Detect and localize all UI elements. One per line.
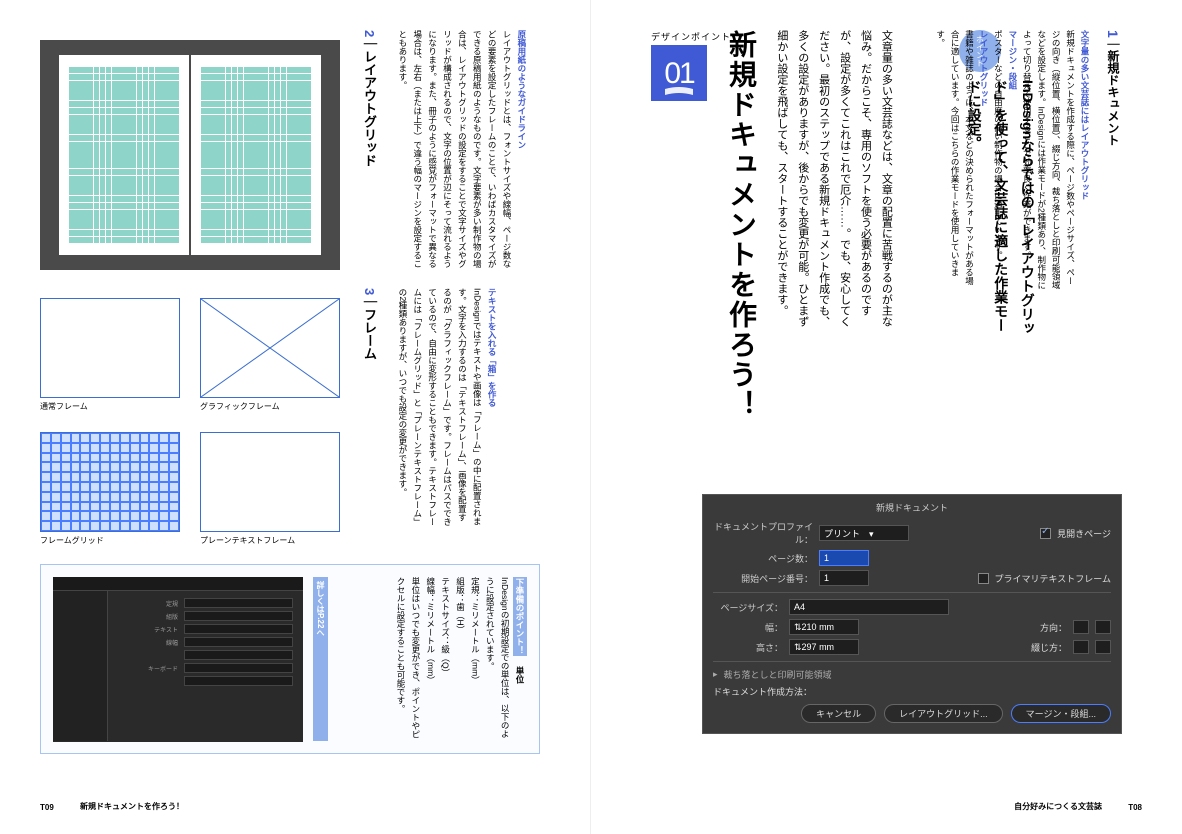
callout-link-tag: 詳しくはP.22へ [313,577,328,741]
creation-method-label: ドキュメント作成方法： [713,685,812,698]
section-2-text: レイアウトグリッドとは、フォントサイズや線幅、ページ数などの要素を設定したフレー… [398,30,512,268]
manuscript-page-right [191,55,321,255]
callout-row1: 組版：歯（H） [456,577,466,634]
layout-grid-button[interactable]: レイアウトグリッド... [884,704,1003,723]
section-1-number: 1 [1105,30,1121,38]
callout-p1: InDesignの初期設定での単位は、以下のように設定されています。 [485,577,510,738]
intro-text: 文章量の多い文芸誌などは、文章の配置に苦戦するのが主な悩み。だからこそ、専用のソ… [771,30,896,330]
section-2-number: 2 [362,30,377,37]
page-size-dropdown[interactable]: A4 [789,599,949,615]
sec1-hd3: レイアウトグリッド [979,30,989,107]
preferences-screenshot: 定規 組版 テキスト 線幅 キーボード [53,577,303,742]
binding-label: 綴じ方： [1031,641,1067,654]
frame-graphic: グラフィックフレーム [200,298,340,412]
units-callout: 定規 組版 テキスト 線幅 キーボード 詳しくはP.22へ 下準備のポイント！ … [40,564,540,754]
sec1-p1: 新規ドキュメントを作成する際に、ページ数やページサイズ、ページの向き（縦位置、横… [1022,30,1075,289]
section-3-text: InDesignではテキストや画像は「フレーム」の中に配置されます。文字を入力す… [398,288,482,526]
section-1-body: 文字量の多い文芸誌にはレイアウトグリッド 新規ドキュメントを作成する際に、ページ… [933,30,1092,290]
manuscript-page-left [59,55,189,255]
section-3-title: フレーム [362,308,377,360]
facing-pages-label: 見開きページ [1057,527,1111,540]
page-size-label: ページサイズ： [713,601,783,614]
start-page-input[interactable]: 1 [819,570,869,586]
width-label: 幅： [713,621,783,634]
svg-text:01: 01 [664,57,695,90]
sec1-hd2: マージン・段組 [1008,30,1018,90]
orientation-portrait-icon[interactable] [1073,620,1089,634]
profile-dropdown[interactable]: プリント ▾ [819,525,909,541]
binding-rtl-icon[interactable] [1095,640,1111,654]
start-page-label: 開始ページ番号： [713,572,813,585]
section-3-number: 3 [362,288,377,295]
profile-label: ドキュメントプロファイル： [713,520,813,546]
section-kicker: デザインポイント [651,30,731,43]
section-1-title: 新規ドキュメント [1106,50,1120,146]
page-number-left: T09 [40,803,54,812]
primary-text-frame-label: プライマリテキストフレーム [995,572,1111,585]
height-label: 高さ： [713,641,783,654]
page-number-right: T08 [1128,803,1142,812]
sec1-p2: ポスターなどの自由度の高い制作物の場合に適しています。 [993,30,1003,260]
height-input[interactable]: ⇅ 297 mm [789,639,859,655]
binding-ltr-icon[interactable] [1073,640,1089,654]
orientation-landscape-icon[interactable] [1095,620,1111,634]
section-1-heading: 1｜新規ドキュメント [1105,30,1122,190]
frame-types-grid: 通常フレーム グラフィックフレーム フレームグリッド プレーンテキストフレーム [40,298,340,546]
callout-tag: 下準備のポイント！ [513,577,527,656]
callout-text: 下準備のポイント！ 単位 InDesignの初期設定での単位は、以下のように設定… [338,577,527,742]
pages-input[interactable]: 1 [819,550,869,566]
manuscript-grid-figure [40,40,340,270]
callout-row3: 線幅：ミリメートル（mm） [426,577,436,685]
section-2-heading: 2｜レイアウトグリッド [360,30,379,200]
callout-p2: 単位はいつでも変更ができ、ポイントやピクセルに設定することも可能です。 [396,577,421,739]
chapter-title: 新規ドキュメントを作ろう！ [721,30,761,420]
section-3-body: テキストを入れる「箱」を作る InDesignではテキストや画像は「フレーム」の… [395,288,499,528]
callout-title: 単位 [515,666,525,683]
chapter-number-badge: 01 [651,45,707,101]
section-3-subhead: テキストを入れる「箱」を作る [487,288,497,407]
sec1-p3: 書籍や雑誌のように、本文などの決められたフォーマットがある場合に適しています。今… [936,30,975,285]
frame-grid-type: フレームグリッド [40,432,180,546]
section-2-subhead: 原稿用紙のようなガイドライン [517,30,527,149]
frame-normal: 通常フレーム [40,298,180,412]
bleed-disclosure[interactable]: ▸ 裁ち落としと印刷可能領域 [713,668,1111,681]
orientation-label: 方向： [1040,621,1067,634]
section-2-body: 原稿用紙のようなガイドライン レイアウトグリッドとは、フォントサイズや線幅、ペー… [395,30,529,270]
footer-right-title: 自分好みにつくる文芸誌 [1014,801,1102,812]
frame-plain-text: プレーンテキストフレーム [200,432,340,546]
page-left: 2｜レイアウトグリッド 原稿用紙のようなガイドライン レイアウトグリッドとは、フ… [0,0,591,834]
pages-label: ページ数： [713,552,813,565]
section-3-heading: 3｜フレーム [360,288,379,398]
cancel-button[interactable]: キャンセル [801,704,876,723]
margin-columns-button[interactable]: マージン・段組... [1011,704,1111,723]
facing-pages-checkbox[interactable] [1040,528,1051,539]
width-input[interactable]: ⇅ 210 mm [789,619,859,635]
page-right: デザインポイント 01 新規ドキュメントを作ろう！ 文章量の多い文芸誌などは、文… [591,0,1182,834]
callout-row0: 定規：ミリメートル（mm） [470,577,480,685]
dialog-title: 新規ドキュメント [713,501,1111,514]
callout-row2: テキストサイズ：級（Q） [441,577,451,677]
new-document-dialog: 新規ドキュメント ドキュメントプロファイル： プリント ▾ 見開きページ ページ… [702,494,1122,734]
section-2-title: レイアウトグリッド [362,50,377,167]
primary-text-frame-checkbox[interactable] [978,573,989,584]
footer-left-title: 新規ドキュメントを作ろう！ [80,801,184,812]
sec1-hd1: 文字量の多い文芸誌にはレイアウトグリッド [1080,30,1090,200]
